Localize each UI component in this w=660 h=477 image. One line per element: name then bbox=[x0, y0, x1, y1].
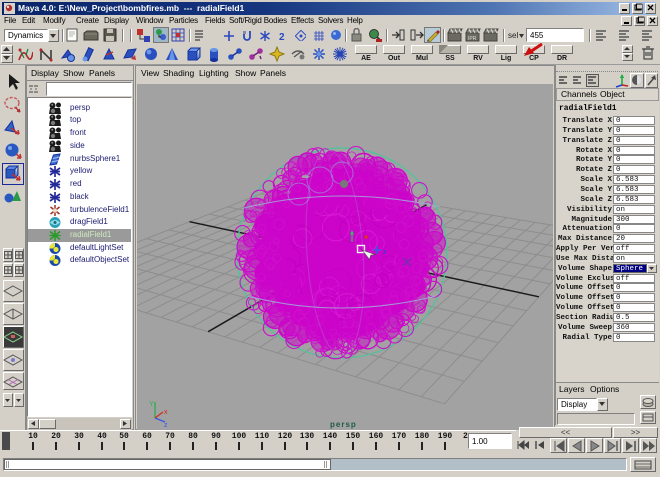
svg-text:z: z bbox=[164, 422, 168, 429]
svg-text:x: x bbox=[164, 409, 168, 416]
svg-text:z: z bbox=[383, 249, 387, 256]
svg-text:persp: persp bbox=[330, 420, 357, 429]
svg-text:Y: Y bbox=[149, 401, 154, 408]
svg-text:2: 2 bbox=[279, 32, 285, 41]
svg-text:IPR: IPR bbox=[468, 36, 477, 42]
